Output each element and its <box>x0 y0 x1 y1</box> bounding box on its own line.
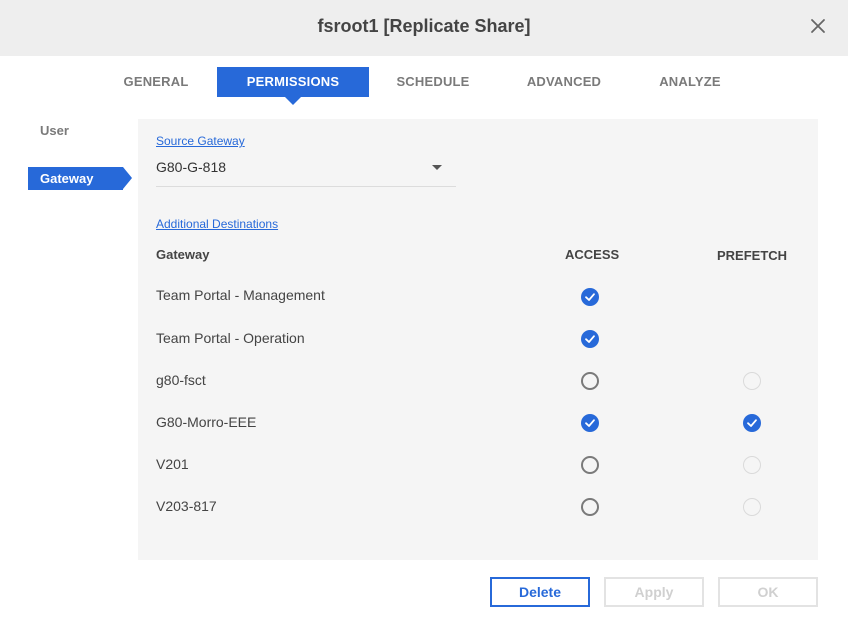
prefetch-checkbox <box>743 498 761 516</box>
tab-permissions[interactable]: PERMISSIONS <box>217 67 369 105</box>
column-header-gateway: Gateway <box>156 247 210 262</box>
row-gateway-name: Team Portal - Operation <box>156 330 305 346</box>
column-header-access: ACCESS <box>565 247 620 262</box>
access-checkbox[interactable] <box>581 288 599 306</box>
check-icon <box>585 293 595 301</box>
prefetch-checkbox <box>743 372 761 390</box>
tab-advanced[interactable]: ADVANCED <box>513 67 615 97</box>
column-header-prefetch: PREFETCH <box>717 248 788 263</box>
source-gateway-label[interactable]: Source Gateway <box>156 134 245 148</box>
tab-schedule[interactable]: SCHEDULE <box>384 67 482 97</box>
access-checkbox[interactable] <box>581 498 599 516</box>
tab-analyze[interactable]: ANALYZE <box>647 67 733 97</box>
sidebar-item-user[interactable]: User <box>28 119 69 142</box>
tab-bar: GENERAL PERMISSIONS SCHEDULE ADVANCED AN… <box>0 67 848 105</box>
additional-destinations-label[interactable]: Additional Destinations <box>156 217 278 231</box>
chevron-down-icon <box>432 165 442 170</box>
check-icon <box>585 335 595 343</box>
gateway-permissions-panel: Source Gateway G80-G-818 Additional Dest… <box>138 119 818 560</box>
sidebar-item-gateway[interactable]: Gateway <box>28 167 132 190</box>
access-checkbox[interactable] <box>581 372 599 390</box>
row-gateway-name: V201 <box>156 456 189 472</box>
row-gateway-name: Team Portal - Management <box>156 287 325 303</box>
tab-general[interactable]: GENERAL <box>110 67 202 97</box>
prefetch-checkbox <box>743 456 761 474</box>
source-gateway-select[interactable]: G80-G-818 <box>156 153 456 187</box>
dialog-header: fsroot1 [Replicate Share] <box>0 0 848 56</box>
check-icon <box>747 419 757 427</box>
close-icon[interactable] <box>806 14 830 38</box>
apply-button[interactable]: Apply <box>604 577 704 607</box>
access-checkbox[interactable] <box>581 414 599 432</box>
prefetch-checkbox[interactable] <box>743 414 761 432</box>
row-gateway-name: g80-fsct <box>156 372 206 388</box>
access-checkbox[interactable] <box>581 456 599 474</box>
replicate-share-dialog: fsroot1 [Replicate Share] GENERAL PERMIS… <box>0 0 848 635</box>
dialog-title: fsroot1 [Replicate Share] <box>317 16 531 36</box>
source-gateway-value: G80-G-818 <box>156 159 227 175</box>
access-checkbox[interactable] <box>581 330 599 348</box>
delete-button[interactable]: Delete <box>490 577 590 607</box>
check-icon <box>585 419 595 427</box>
row-gateway-name: V203-817 <box>156 498 217 514</box>
ok-button[interactable]: OK <box>718 577 818 607</box>
row-gateway-name: G80-Morro-EEE <box>156 414 257 430</box>
